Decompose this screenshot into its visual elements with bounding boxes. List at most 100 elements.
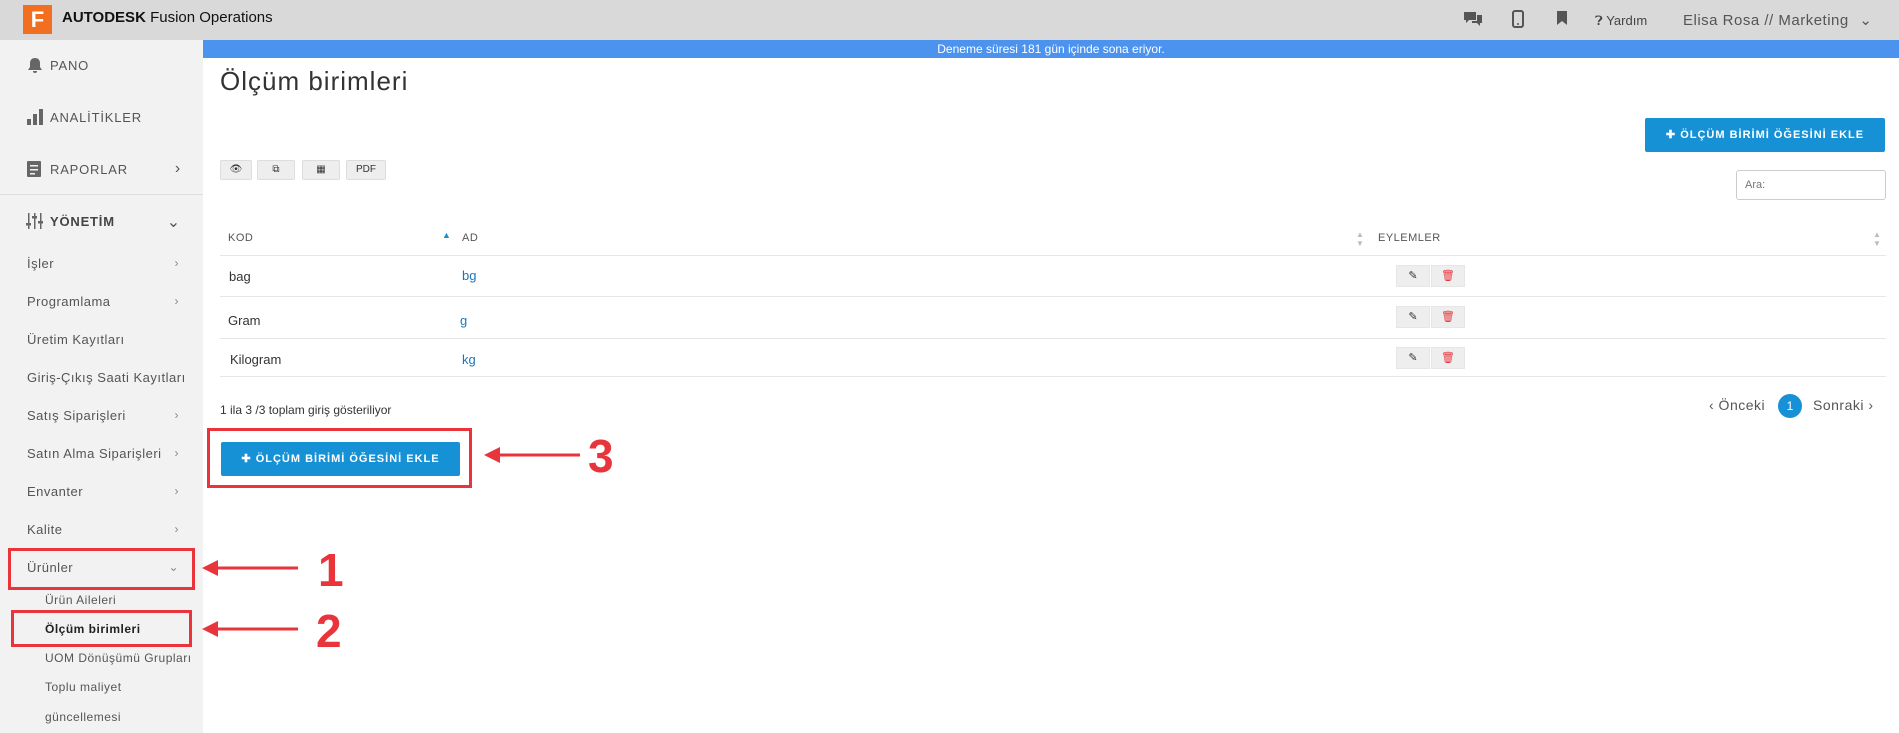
- chevron-down-icon: ⌄: [1859, 12, 1873, 29]
- sidebar-item-label: ANALİTİKLER: [50, 110, 142, 125]
- column-header-kod[interactable]: KOD: [228, 232, 253, 244]
- chevron-right-icon: ›: [174, 522, 179, 536]
- cell-code: Gram: [228, 313, 261, 328]
- copy-icon: ⧉: [272, 164, 280, 175]
- sidebar-item-pano[interactable]: PANO: [0, 40, 203, 92]
- delete-button[interactable]: 🗑︎: [1431, 306, 1465, 328]
- mobile-icon[interactable]: [1512, 10, 1524, 33]
- table-icon: ▦: [316, 164, 326, 175]
- annotation-arrow-2: [202, 621, 298, 637]
- sort-icon[interactable]: ▲ ▼: [1356, 230, 1364, 248]
- sidebar-item-label: İşler: [27, 256, 55, 271]
- chevron-down-icon: ⌄: [166, 214, 181, 231]
- annotation-number-2: 2: [316, 605, 342, 657]
- cell-code: Kilogram: [230, 352, 282, 367]
- app-title: AUTODESK Fusion Operations: [62, 9, 273, 26]
- bookmark-icon[interactable]: [1556, 10, 1568, 31]
- delete-button[interactable]: 🗑︎: [1431, 347, 1465, 369]
- cell-code: bag: [229, 269, 251, 284]
- sidebar-item-label: PANO: [50, 58, 90, 73]
- bar-chart-icon: [26, 108, 44, 131]
- sidebar-item-label: Üretim Kayıtları: [27, 332, 125, 347]
- fusion-logo-icon: F: [23, 5, 52, 34]
- cell-name-link[interactable]: kg: [462, 352, 476, 367]
- sidebar-item-envanter[interactable]: Envanter ›: [0, 474, 203, 510]
- help-label: Yardım: [1606, 13, 1648, 28]
- sidebar-item-toplu-maliyet[interactable]: Toplu maliyet: [45, 680, 122, 694]
- pagination-next[interactable]: Sonraki ›: [1813, 397, 1874, 413]
- chevron-right-icon: ›: [174, 484, 179, 498]
- table-export-button[interactable]: ▦: [302, 160, 340, 180]
- search-input[interactable]: [1736, 170, 1886, 200]
- sidebar-item-isler[interactable]: İşler ›: [0, 246, 203, 282]
- sidebar-item-label: Kalite: [27, 522, 63, 537]
- column-header-eylemler[interactable]: EYLEMLER: [1378, 232, 1441, 244]
- trash-icon: 🗑︎: [1441, 352, 1455, 364]
- sort-icon[interactable]: ▲ ▼: [1873, 230, 1881, 248]
- sidebar-item-uom-donusumu[interactable]: UOM Dönüşümü Grupları: [45, 651, 192, 665]
- sidebar-item-kalite[interactable]: Kalite ›: [0, 512, 203, 548]
- annotation-number-3: 3: [588, 430, 614, 482]
- pagination-prev[interactable]: ‹ Önceki: [1709, 397, 1765, 413]
- annotation-box-2: [11, 610, 192, 647]
- sidebar-item-label: Envanter: [27, 484, 84, 499]
- sidebar-divider: [0, 194, 203, 195]
- sidebar-item-urun-aileleri[interactable]: Ürün Aileleri: [45, 593, 116, 607]
- trash-icon: 🗑︎: [1441, 270, 1455, 282]
- help-link[interactable]: ❓︎ Yardım: [1595, 13, 1647, 29]
- chevron-right-icon: ›: [174, 294, 179, 308]
- sidebar-item-programlama[interactable]: Programlama ›: [0, 284, 203, 320]
- column-header-ad[interactable]: AD: [462, 232, 478, 244]
- delete-button[interactable]: 🗑︎: [1431, 265, 1465, 287]
- copy-button[interactable]: ⧉: [257, 160, 295, 180]
- view-button[interactable]: 👁︎: [220, 160, 252, 180]
- trial-banner: Deneme süresi 181 gün içinde sona eriyor…: [203, 40, 1899, 58]
- chat-icon[interactable]: [1462, 10, 1484, 33]
- sidebar-item-giris-cikis[interactable]: Giriş-Çıkış Saati Kayıtları: [0, 360, 203, 396]
- sidebar-item-label: Satın Alma Siparişleri: [27, 446, 162, 461]
- add-uom-button-top[interactable]: ✚ ÖLÇÜM BİRİMİ ÖĞESİNİ EKLE: [1645, 118, 1885, 152]
- row-divider: [220, 296, 1886, 297]
- edit-icon: ✎: [1408, 352, 1418, 364]
- sidebar-item-analitikler[interactable]: ANALİTİKLER: [0, 92, 203, 144]
- sidebar-item-satin-alma[interactable]: Satın Alma Siparişleri ›: [0, 436, 203, 472]
- add-uom-label: ÖLÇÜM BİRİMİ ÖĞESİNİ EKLE: [1680, 129, 1865, 141]
- chevron-right-icon: ›: [174, 256, 179, 270]
- sidebar-item-label: Satış Siparişleri: [27, 408, 126, 423]
- sliders-icon: [26, 212, 44, 235]
- sidebar-item-label: Programlama: [27, 294, 111, 309]
- table-info: 1 ila 3 /3 toplam giriş gösteriliyor: [220, 403, 392, 417]
- annotation-arrow-1: [202, 560, 298, 576]
- bell-icon: [26, 56, 44, 79]
- sidebar-item-satis-siparisleri[interactable]: Satış Siparişleri ›: [0, 398, 203, 434]
- header-divider: [220, 255, 1886, 256]
- user-label: Elisa Rosa // Marketing: [1683, 12, 1849, 29]
- report-icon: [26, 160, 42, 183]
- cell-name-link[interactable]: g: [460, 313, 467, 328]
- sidebar-item-yonetim[interactable]: YÖNETİM ⌄: [0, 196, 203, 248]
- eye-icon: 👁︎: [229, 164, 243, 175]
- user-menu[interactable]: Elisa Rosa // Marketing ⌄: [1683, 11, 1872, 29]
- brand-name: AUTODESK: [62, 9, 146, 26]
- cell-name-link[interactable]: bg: [462, 268, 476, 283]
- product-name: Fusion Operations: [150, 9, 273, 26]
- sidebar-item-raporlar[interactable]: RAPORLAR ›: [0, 144, 203, 196]
- sort-asc-icon[interactable]: ▲: [442, 230, 451, 240]
- row-divider: [220, 376, 1886, 377]
- annotation-number-1: 1: [318, 544, 344, 596]
- sidebar-item-uretim-kayitlari[interactable]: Üretim Kayıtları: [0, 322, 203, 358]
- annotation-box-1: [8, 548, 195, 590]
- question-icon: ❓︎: [1595, 13, 1603, 28]
- page-title: Ölçüm birimleri: [220, 66, 409, 96]
- pagination-current[interactable]: 1: [1778, 394, 1802, 418]
- edit-icon: ✎: [1408, 311, 1418, 323]
- edit-button[interactable]: ✎: [1396, 347, 1430, 369]
- edit-button[interactable]: ✎: [1396, 306, 1430, 328]
- annotation-box-3: [207, 428, 472, 488]
- sidebar-item-guncellemesi[interactable]: güncellemesi: [45, 710, 121, 724]
- pdf-button[interactable]: PDF: [346, 160, 386, 180]
- annotation-arrow-3: [484, 447, 580, 463]
- edit-button[interactable]: ✎: [1396, 265, 1430, 287]
- trash-icon: 🗑︎: [1441, 311, 1455, 323]
- chevron-right-icon: ›: [174, 446, 179, 460]
